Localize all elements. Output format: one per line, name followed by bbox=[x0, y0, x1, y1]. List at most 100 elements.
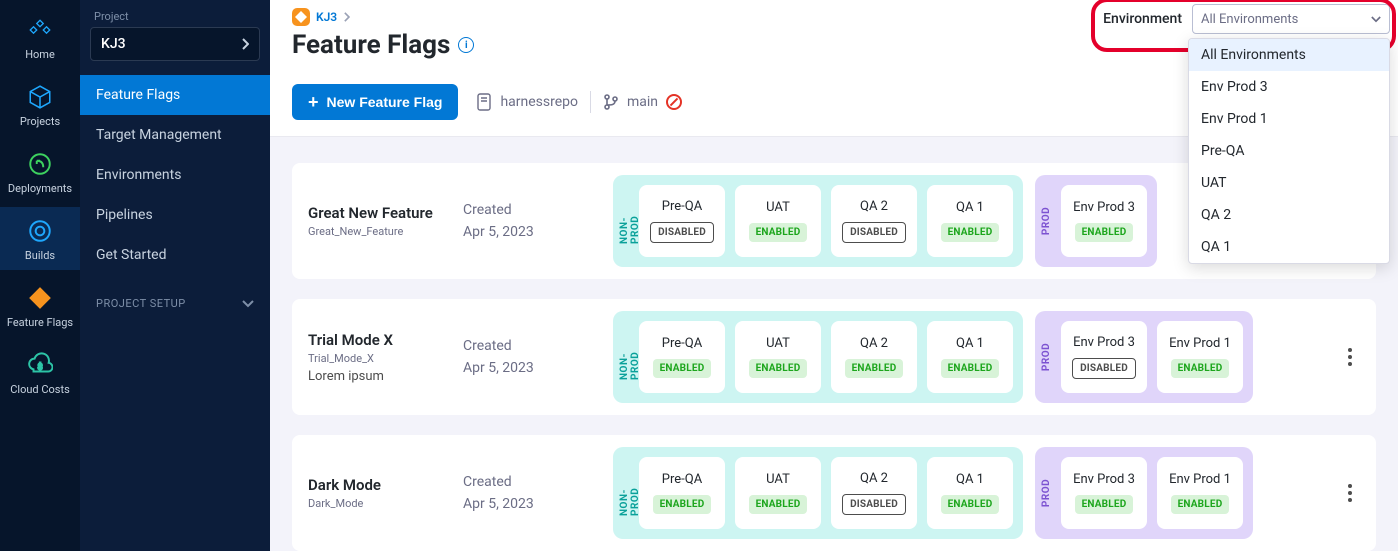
env-option[interactable]: All Environments bbox=[1189, 39, 1389, 71]
env-group-label: NON-PROD bbox=[619, 198, 641, 244]
env-card-name: QA 1 bbox=[956, 336, 984, 351]
env-option[interactable]: QA 2 bbox=[1189, 199, 1389, 231]
flag-date: Apr 5, 2023 bbox=[463, 493, 613, 515]
env-card-name: QA 1 bbox=[956, 200, 984, 215]
flag-meta-column: CreatedApr 5, 2023 bbox=[463, 471, 613, 516]
env-option[interactable]: UAT bbox=[1189, 167, 1389, 199]
env-card[interactable]: QA 2DISABLED bbox=[831, 185, 917, 257]
rail-item-label: Home bbox=[25, 48, 55, 61]
env-card[interactable]: QA 1ENABLED bbox=[927, 321, 1013, 393]
rail-item-label: Projects bbox=[20, 115, 60, 128]
flag-state-badge: DISABLED bbox=[842, 222, 906, 243]
env-card[interactable]: QA 1ENABLED bbox=[927, 185, 1013, 257]
env-card[interactable]: Env Prod 1ENABLED bbox=[1157, 457, 1243, 529]
chevron-right-icon bbox=[343, 12, 350, 22]
env-group-label: PROD bbox=[1041, 479, 1052, 507]
rail-item-home[interactable]: Home bbox=[0, 6, 80, 69]
flag-date: Apr 5, 2023 bbox=[463, 357, 613, 379]
env-card[interactable]: Env Prod 1ENABLED bbox=[1157, 321, 1243, 393]
branch-name[interactable]: main bbox=[627, 94, 658, 110]
project-selector[interactable]: KJ3 bbox=[90, 27, 260, 61]
env-card-name: Pre-QA bbox=[662, 472, 702, 487]
env-card[interactable]: UAT ENABLED bbox=[735, 321, 821, 393]
env-card-name: Env Prod 1 bbox=[1169, 472, 1231, 487]
row-menu-button[interactable] bbox=[1336, 343, 1364, 371]
env-card-name: Env Prod 3 bbox=[1073, 200, 1135, 215]
env-card[interactable]: UATENABLED bbox=[735, 457, 821, 529]
project-selector-value: KJ3 bbox=[101, 36, 126, 52]
repo-name[interactable]: harnessrepo bbox=[500, 94, 578, 110]
flag-name-column: Dark ModeDark_Mode bbox=[308, 476, 463, 510]
rail-item-feature-flags[interactable]: Feature Flags bbox=[0, 274, 80, 337]
env-card[interactable]: QA 1 ENABLED bbox=[927, 457, 1013, 529]
env-card[interactable]: UATENABLED bbox=[735, 185, 821, 257]
env-option[interactable]: Env Prod 3 bbox=[1189, 71, 1389, 103]
flag-identifier: Great_New_Feature bbox=[308, 225, 463, 238]
env-option[interactable]: Pre-QA bbox=[1189, 135, 1389, 167]
flag-name-column: Great New FeatureGreat_New_Feature bbox=[308, 204, 463, 238]
env-card[interactable]: QA 2ENABLED bbox=[831, 321, 917, 393]
env-card-name: QA 2 bbox=[860, 471, 888, 486]
flag-title: Dark Mode bbox=[308, 476, 463, 494]
home-icon bbox=[26, 16, 54, 44]
env-card[interactable]: Pre-QADISABLED bbox=[639, 185, 725, 257]
env-card[interactable]: Pre-QAENABLED bbox=[639, 321, 725, 393]
deployments-icon bbox=[26, 150, 54, 178]
flag-state-badge: ENABLED bbox=[653, 359, 712, 378]
env-card[interactable]: Env Prod 3 ENABLED bbox=[1061, 185, 1147, 257]
env-card[interactable]: Env Prod 3DISABLED bbox=[1061, 321, 1147, 393]
prod-env-group: PROD Env Prod 3ENABLEDEnv Prod 1ENABLED bbox=[1035, 447, 1253, 539]
prod-env-group: PROD Env Prod 3 ENABLED bbox=[1035, 175, 1157, 267]
breadcrumb-link-project[interactable]: KJ3 bbox=[316, 10, 337, 24]
prod-env-group: PRODEnv Prod 3DISABLEDEnv Prod 1ENABLED bbox=[1035, 311, 1253, 403]
env-card-name: UAT bbox=[766, 336, 790, 351]
feature-flags-icon bbox=[26, 284, 54, 312]
sidenav-item-get-started[interactable]: Get Started bbox=[80, 235, 270, 275]
env-group-label: PROD bbox=[1041, 207, 1052, 235]
project-sidenav: Project KJ3 Feature Flags Target Managem… bbox=[80, 0, 270, 551]
flag-status: Created bbox=[463, 199, 613, 221]
sidenav-item-target-management[interactable]: Target Management bbox=[80, 115, 270, 155]
env-card-name: QA 1 bbox=[956, 472, 984, 487]
rail-item-label: Feature Flags bbox=[7, 316, 73, 329]
flag-name-column: Trial Mode XTrial_Mode_XLorem ipsum bbox=[308, 331, 463, 384]
flag-state-badge: ENABLED bbox=[941, 495, 1000, 514]
env-card[interactable]: Pre-QAENABLED bbox=[639, 457, 725, 529]
project-icon bbox=[292, 8, 310, 26]
env-card-name: UAT bbox=[766, 472, 790, 487]
flag-status: Created bbox=[463, 335, 613, 357]
rail-item-label: Builds bbox=[25, 249, 55, 262]
rail-item-projects[interactable]: Projects bbox=[0, 73, 80, 136]
feature-flag-row[interactable]: Dark ModeDark_ModeCreatedApr 5, 2023NON-… bbox=[292, 435, 1376, 551]
flag-state-badge: ENABLED bbox=[1075, 223, 1134, 242]
toolbar-repo-info: harnessrepo main bbox=[476, 91, 682, 113]
environment-select-value: All Environments bbox=[1201, 12, 1298, 27]
flag-state-badge: ENABLED bbox=[749, 359, 808, 378]
rail-item-builds[interactable]: Builds bbox=[0, 207, 80, 270]
chevron-right-icon bbox=[241, 38, 249, 50]
env-option[interactable]: QA 1 bbox=[1189, 231, 1389, 263]
project-setup-toggle[interactable]: PROJECT SETUP bbox=[80, 275, 270, 310]
env-card-name: Env Prod 3 bbox=[1073, 472, 1135, 487]
rail-item-label: Cloud Costs bbox=[10, 383, 70, 396]
sidenav-item-pipelines[interactable]: Pipelines bbox=[80, 195, 270, 235]
sidenav-item-feature-flags[interactable]: Feature Flags bbox=[80, 75, 270, 115]
flag-state-badge: DISABLED bbox=[650, 222, 714, 243]
rail-item-cloud-costs[interactable]: $ Cloud Costs bbox=[0, 341, 80, 404]
env-card[interactable]: Env Prod 3ENABLED bbox=[1061, 457, 1147, 529]
sidenav-item-environments[interactable]: Environments bbox=[80, 155, 270, 195]
flag-date: Apr 5, 2023 bbox=[463, 221, 613, 243]
rail-item-deployments[interactable]: Deployments bbox=[0, 140, 80, 203]
env-option[interactable]: Env Prod 1 bbox=[1189, 103, 1389, 135]
feature-flag-row[interactable]: Trial Mode XTrial_Mode_XLorem ipsumCreat… bbox=[292, 299, 1376, 415]
env-card-name: UAT bbox=[766, 200, 790, 215]
environment-select[interactable]: All Environments bbox=[1192, 4, 1390, 34]
env-card[interactable]: QA 2DISABLED bbox=[831, 457, 917, 529]
cloud-costs-icon: $ bbox=[26, 351, 54, 379]
flag-state-badge: DISABLED bbox=[1072, 358, 1136, 379]
new-feature-flag-button[interactable]: + New Feature Flag bbox=[292, 84, 458, 120]
env-card-name: QA 2 bbox=[860, 336, 888, 351]
project-label: Project bbox=[80, 8, 270, 27]
info-icon[interactable]: i bbox=[458, 37, 474, 53]
row-menu-button[interactable] bbox=[1336, 479, 1364, 507]
